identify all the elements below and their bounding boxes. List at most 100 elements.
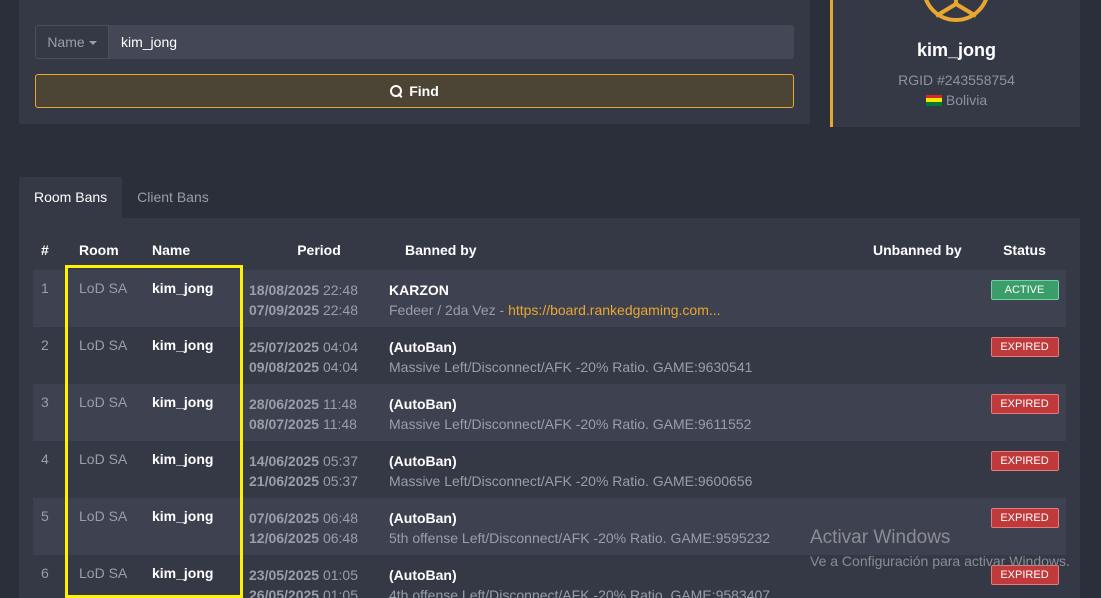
period-start: 28/06/2025 11:48 (249, 394, 389, 414)
end-date: 07/09/2025 (249, 302, 320, 318)
search-icon (390, 84, 403, 98)
tab-room-bans[interactable]: Room Bans (19, 177, 123, 218)
table-row: 4 LoD SA kim_jong 14/06/2025 05:37 21/06/202… (33, 441, 1066, 498)
row-room: LoD SA (79, 508, 128, 524)
start-time: 01:05 (322, 567, 359, 583)
ban-reason: Massive Left/Disconnect/AFK -20% Ratio. … (389, 471, 873, 491)
start-time: 11:48 (322, 396, 357, 412)
ban-reason: 4th offense Left/Disconnect/AFK -20% Rat… (389, 585, 873, 598)
header-status: Status (1003, 242, 1046, 258)
row-room: LoD SA (79, 451, 128, 467)
search-input[interactable] (109, 25, 794, 59)
windows-activation-watermark: Activar Windows Ve a Configuración para … (810, 527, 1070, 569)
row-period: 25/07/2025 04:04 09/08/2025 04:04 (249, 327, 389, 384)
header-unbanned-by: Unbanned by (873, 242, 962, 258)
row-status: ACTIVE (983, 270, 1066, 327)
ban-reason-text: Massive Left/Disconnect/AFK -20% Ratio. … (389, 416, 752, 432)
row-num: 3 (41, 394, 49, 410)
bolivia-flag-icon (925, 94, 942, 106)
avatar (922, 0, 990, 22)
row-num: 5 (41, 508, 49, 524)
row-period: 14/06/2025 05:37 21/06/2025 05:37 (249, 441, 389, 498)
end-time: 06:48 (322, 530, 359, 546)
header-room: Room (79, 242, 119, 258)
end-time: 01:05 (322, 587, 359, 598)
header-name: Name (152, 242, 191, 258)
watermark-title: Activar Windows (810, 527, 951, 548)
ban-reason-link[interactable]: https://board.rankedgaming.com... (508, 302, 720, 318)
row-banned-by: KARZON Fedeer / 2da Vez - https://board.r… (389, 270, 873, 327)
banned-by-name: (AutoBan) (389, 339, 457, 355)
row-unbanned-by (873, 327, 983, 384)
ban-reason-text: Fedeer / 2da Vez - (389, 302, 509, 318)
row-name: kim_jong (152, 508, 214, 524)
end-date: 26/05/2025 (249, 587, 320, 598)
header-period: Period (297, 242, 341, 258)
row-room: LoD SA (79, 280, 128, 296)
banned-by-name: (AutoBan) (389, 567, 457, 583)
row-banned-by: (AutoBan) Massive Left/Disconnect/AFK -20… (389, 384, 873, 441)
start-date: 18/08/2025 (249, 282, 320, 298)
search-panel: Name Find (19, 0, 810, 124)
end-time: 04:04 (322, 359, 359, 375)
table-header-row: # Room Name Period Banned by Unbanned by… (33, 230, 1066, 270)
row-room: LoD SA (79, 394, 128, 410)
status-badge: EXPIRED (990, 337, 1059, 357)
field-select-dropdown[interactable]: Name (35, 25, 109, 59)
row-name: kim_jong (152, 394, 214, 410)
start-date: 07/06/2025 (249, 510, 320, 526)
ban-reason-text: Massive Left/Disconnect/AFK -20% Ratio. … (389, 473, 753, 489)
ban-reason: 5th offense Left/Disconnect/AFK -20% Rat… (389, 528, 873, 548)
row-num: 6 (41, 565, 49, 581)
start-date: 23/05/2025 (249, 567, 320, 583)
caret-down-icon (88, 41, 97, 45)
period-start: 25/07/2025 04:04 (249, 337, 389, 357)
profile-card: kim_jong RGID #243558754 Bolivia (830, 0, 1080, 127)
end-time: 05:37 (322, 473, 359, 489)
table-row: 2 LoD SA kim_jong 25/07/2025 04:04 09/08/202… (33, 327, 1066, 384)
period-end: 26/05/2025 01:05 (249, 585, 389, 598)
row-banned-by: (AutoBan) Massive Left/Disconnect/AFK -20… (389, 441, 873, 498)
ban-reason-text: Massive Left/Disconnect/AFK -20% Ratio. … (389, 359, 753, 375)
find-button[interactable]: Find (35, 74, 794, 108)
row-num: 4 (41, 451, 49, 467)
row-period: 18/08/2025 22:48 07/09/2025 22:48 (249, 270, 389, 327)
watermark-subtitle: Ve a Configuración para activar Windows. (810, 553, 1070, 569)
period-start: 23/05/2025 01:05 (249, 565, 389, 585)
end-date: 21/06/2025 (249, 473, 320, 489)
row-room: LoD SA (79, 337, 128, 353)
status-badge: EXPIRED (990, 508, 1059, 528)
ban-reason-text: 5th offense Left/Disconnect/AFK -20% Rat… (389, 530, 771, 546)
banned-by-name: (AutoBan) (389, 453, 457, 469)
ban-tabs: Room Bans Client Bans (19, 177, 224, 218)
status-badge: EXPIRED (990, 451, 1059, 471)
row-room: LoD SA (79, 565, 128, 581)
start-time: 06:48 (322, 510, 359, 526)
profile-rgid: RGID #243558754 (898, 72, 1015, 88)
start-time: 05:37 (322, 453, 359, 469)
row-banned-by: (AutoBan) 5th offense Left/Disconnect/AFK… (389, 498, 873, 555)
status-badge: EXPIRED (990, 394, 1059, 414)
header-num: # (41, 242, 49, 258)
row-unbanned-by (873, 270, 983, 327)
row-unbanned-by (873, 384, 983, 441)
period-end: 08/07/2025 11:48 (249, 414, 389, 434)
country-label: Bolivia (945, 92, 988, 108)
row-period: 07/06/2025 06:48 12/06/2025 06:48 (249, 498, 389, 555)
table-row: 3 LoD SA kim_jong 28/06/2025 11:48 08/07/202… (33, 384, 1066, 441)
ban-reason: Massive Left/Disconnect/AFK -20% Ratio. … (389, 357, 873, 377)
row-status: EXPIRED (983, 384, 1066, 441)
banned-by-name: (AutoBan) (389, 510, 457, 526)
banned-by-name: KARZON (389, 282, 449, 298)
row-name: kim_jong (152, 280, 214, 296)
period-start: 07/06/2025 06:48 (249, 508, 389, 528)
ban-reason-text: 4th offense Left/Disconnect/AFK -20% Rat… (389, 587, 771, 598)
banned-by-name: (AutoBan) (389, 396, 457, 412)
start-date: 14/06/2025 (249, 453, 320, 469)
field-select-label: Name (47, 34, 85, 50)
row-num: 1 (41, 280, 49, 296)
ban-reason: Fedeer / 2da Vez - https://board.rankedg… (389, 300, 873, 320)
tab-client-bans[interactable]: Client Bans (122, 177, 224, 218)
row-num: 2 (41, 337, 49, 353)
row-name: kim_jong (152, 337, 214, 353)
